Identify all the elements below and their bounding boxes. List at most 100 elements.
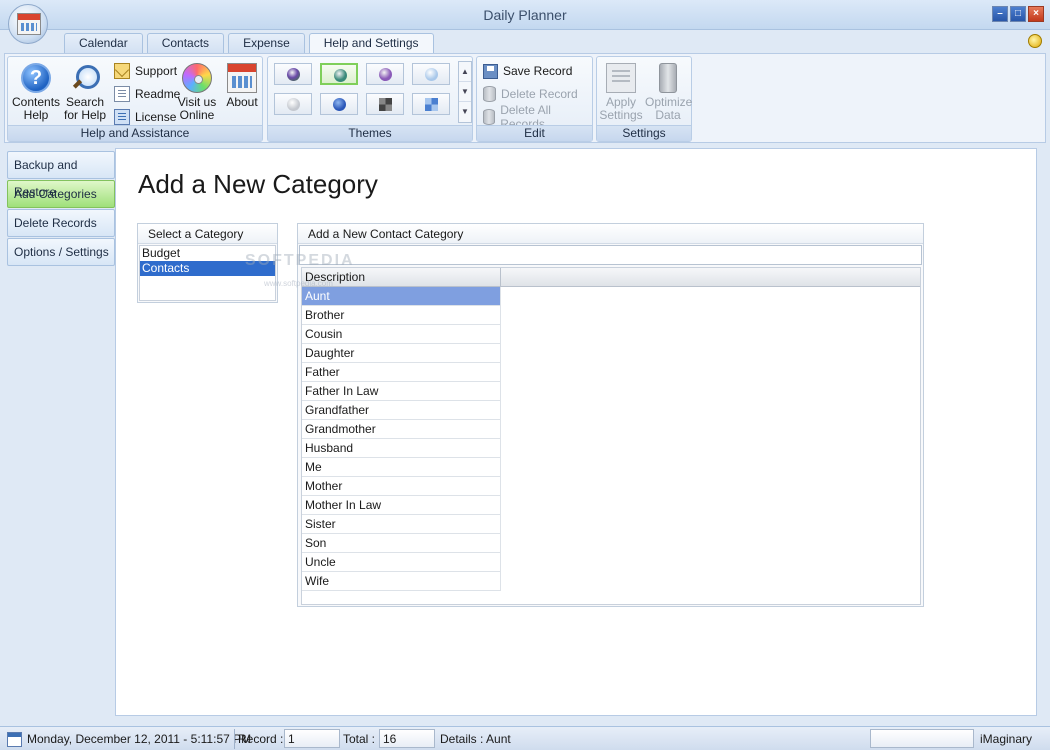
status-progress-field	[870, 729, 974, 748]
table-row[interactable]: Husband	[302, 439, 501, 458]
license-icon	[114, 109, 130, 125]
status-divider	[234, 729, 235, 749]
title-bar: Daily Planner – □ ×	[0, 0, 1050, 30]
window-controls: – □ ×	[992, 6, 1044, 22]
calendar-app-icon	[17, 13, 41, 35]
theme-swatch[interactable]	[366, 93, 404, 115]
maximize-button[interactable]: □	[1010, 6, 1026, 22]
theme-orb-icon	[334, 69, 347, 82]
table-row[interactable]: Me	[302, 458, 501, 477]
help-icon[interactable]	[1028, 34, 1042, 48]
table-row[interactable]: Father	[302, 363, 501, 382]
table-row[interactable]: Daughter	[302, 344, 501, 363]
app-menu-button[interactable]	[8, 4, 48, 44]
tab-help-and-settings[interactable]: Help and Settings	[308, 33, 434, 55]
ribbon-tabs: Calendar Contacts Expense Help and Setti…	[64, 33, 434, 55]
envelope-icon	[114, 63, 130, 79]
table-row[interactable]: Son	[302, 534, 501, 553]
group-label: Settings	[597, 125, 691, 141]
table-row[interactable]: Wife	[302, 572, 501, 591]
select-category-header: Select a Category	[138, 224, 277, 244]
nav-backup-and-restore[interactable]: Backup and Restore	[7, 151, 115, 199]
new-category-input[interactable]	[299, 245, 922, 265]
tab-expense[interactable]: Expense	[228, 33, 305, 53]
tab-calendar[interactable]: Calendar	[64, 33, 143, 53]
theme-swatch[interactable]	[320, 93, 358, 115]
theme-orb-icon	[287, 68, 300, 81]
theme-gallery-scroller: ▲ ▼ ▼	[458, 61, 472, 123]
status-brand: iMaginary	[980, 732, 1033, 746]
ribbon: ? Contents Help Search for Help Support …	[4, 53, 1046, 143]
status-record-value: 1	[284, 729, 340, 748]
table-row[interactable]: Grandmother	[302, 420, 501, 439]
theme-swatch[interactable]	[412, 63, 450, 85]
scroll-down-icon[interactable]: ▼	[459, 82, 471, 102]
description-grid: Description Aunt Brother Cousin Daughter…	[301, 267, 921, 605]
edit-group: Save Record Delete Record Delete All Rec…	[476, 56, 593, 142]
license-button[interactable]: License	[114, 108, 176, 126]
side-navigation: Backup and Restore Add Categories Delete…	[7, 151, 115, 267]
theme-swatch[interactable]	[274, 93, 312, 115]
save-record-button[interactable]: Save Record	[483, 61, 572, 81]
calendar-app-icon	[227, 63, 257, 93]
about-button[interactable]: About	[222, 63, 262, 109]
group-label: Edit	[477, 125, 592, 141]
contact-category-box: Add a New Contact Category Description A…	[297, 223, 924, 607]
optimize-data-button[interactable]: Optimize Data	[645, 63, 692, 122]
theme-swatch[interactable]	[320, 63, 358, 85]
theme-tiles-icon	[425, 98, 438, 111]
status-datetime: Monday, December 12, 2011 - 5:11:57 PM	[27, 732, 252, 746]
apply-settings-button[interactable]: Apply Settings	[599, 63, 643, 122]
question-icon: ?	[21, 63, 51, 93]
table-row[interactable]: Cousin	[302, 325, 501, 344]
table-row[interactable]: Mother	[302, 477, 501, 496]
page-title: Add a New Category	[138, 169, 378, 199]
visit-us-online-button[interactable]: Visit us Online	[174, 63, 220, 122]
theme-swatch[interactable]	[366, 63, 404, 85]
theme-swatch[interactable]	[274, 63, 312, 85]
database-icon	[483, 109, 496, 125]
table-row[interactable]: Uncle	[302, 553, 501, 572]
theme-swatch[interactable]	[412, 93, 450, 115]
theme-orb-icon	[333, 98, 346, 111]
status-total-value: 16	[379, 729, 435, 748]
table-row[interactable]: Grandfather	[302, 401, 501, 420]
settings-sheet-icon	[606, 63, 636, 93]
delete-all-records-button[interactable]: Delete All Records	[483, 103, 592, 131]
table-row[interactable]: Father In Law	[302, 382, 501, 401]
nav-options-settings[interactable]: Options / Settings	[7, 238, 115, 266]
expand-gallery-icon[interactable]: ▼	[459, 102, 471, 122]
column-header-empty	[501, 268, 920, 286]
watermark-text: SOFTPEDIA	[245, 252, 355, 269]
theme-orb-icon	[287, 98, 300, 111]
document-icon	[114, 86, 130, 102]
nav-add-categories[interactable]: Add Categories	[7, 180, 115, 208]
nav-delete-records[interactable]: Delete Records	[7, 209, 115, 237]
table-row[interactable]: Mother In Law	[302, 496, 501, 515]
theme-gallery	[274, 63, 454, 119]
tab-contacts[interactable]: Contacts	[146, 33, 225, 53]
group-label: Themes	[268, 125, 472, 141]
status-details: Details : Aunt	[440, 732, 511, 746]
scroll-up-icon[interactable]: ▲	[459, 62, 471, 82]
globe-cd-icon	[182, 63, 212, 93]
calendar-clock-icon	[7, 732, 22, 747]
minimize-button[interactable]: –	[992, 6, 1008, 22]
magnifier-icon	[70, 63, 100, 93]
delete-record-button[interactable]: Delete Record	[483, 84, 578, 104]
watermark-url: www.softpedia.com	[264, 279, 333, 288]
help-and-assistance-group: ? Contents Help Search for Help Support …	[7, 56, 263, 142]
search-for-help-button[interactable]: Search for Help	[62, 63, 108, 122]
window-title: Daily Planner	[483, 7, 567, 23]
table-row[interactable]: Aunt	[302, 287, 501, 306]
table-row[interactable]: Brother	[302, 306, 501, 325]
readme-button[interactable]: Readme	[114, 85, 180, 103]
main-panel: Add a New Category Select a Category Bud…	[115, 148, 1037, 716]
close-button[interactable]: ×	[1028, 6, 1044, 22]
table-row[interactable]: Sister	[302, 515, 501, 534]
support-button[interactable]: Support	[114, 62, 177, 80]
contents-help-button[interactable]: ? Contents Help	[12, 63, 60, 122]
theme-tiles-icon	[379, 98, 392, 111]
status-record-label: Record :	[238, 732, 284, 746]
status-bar: Monday, December 12, 2011 - 5:11:57 PM R…	[0, 726, 1050, 750]
